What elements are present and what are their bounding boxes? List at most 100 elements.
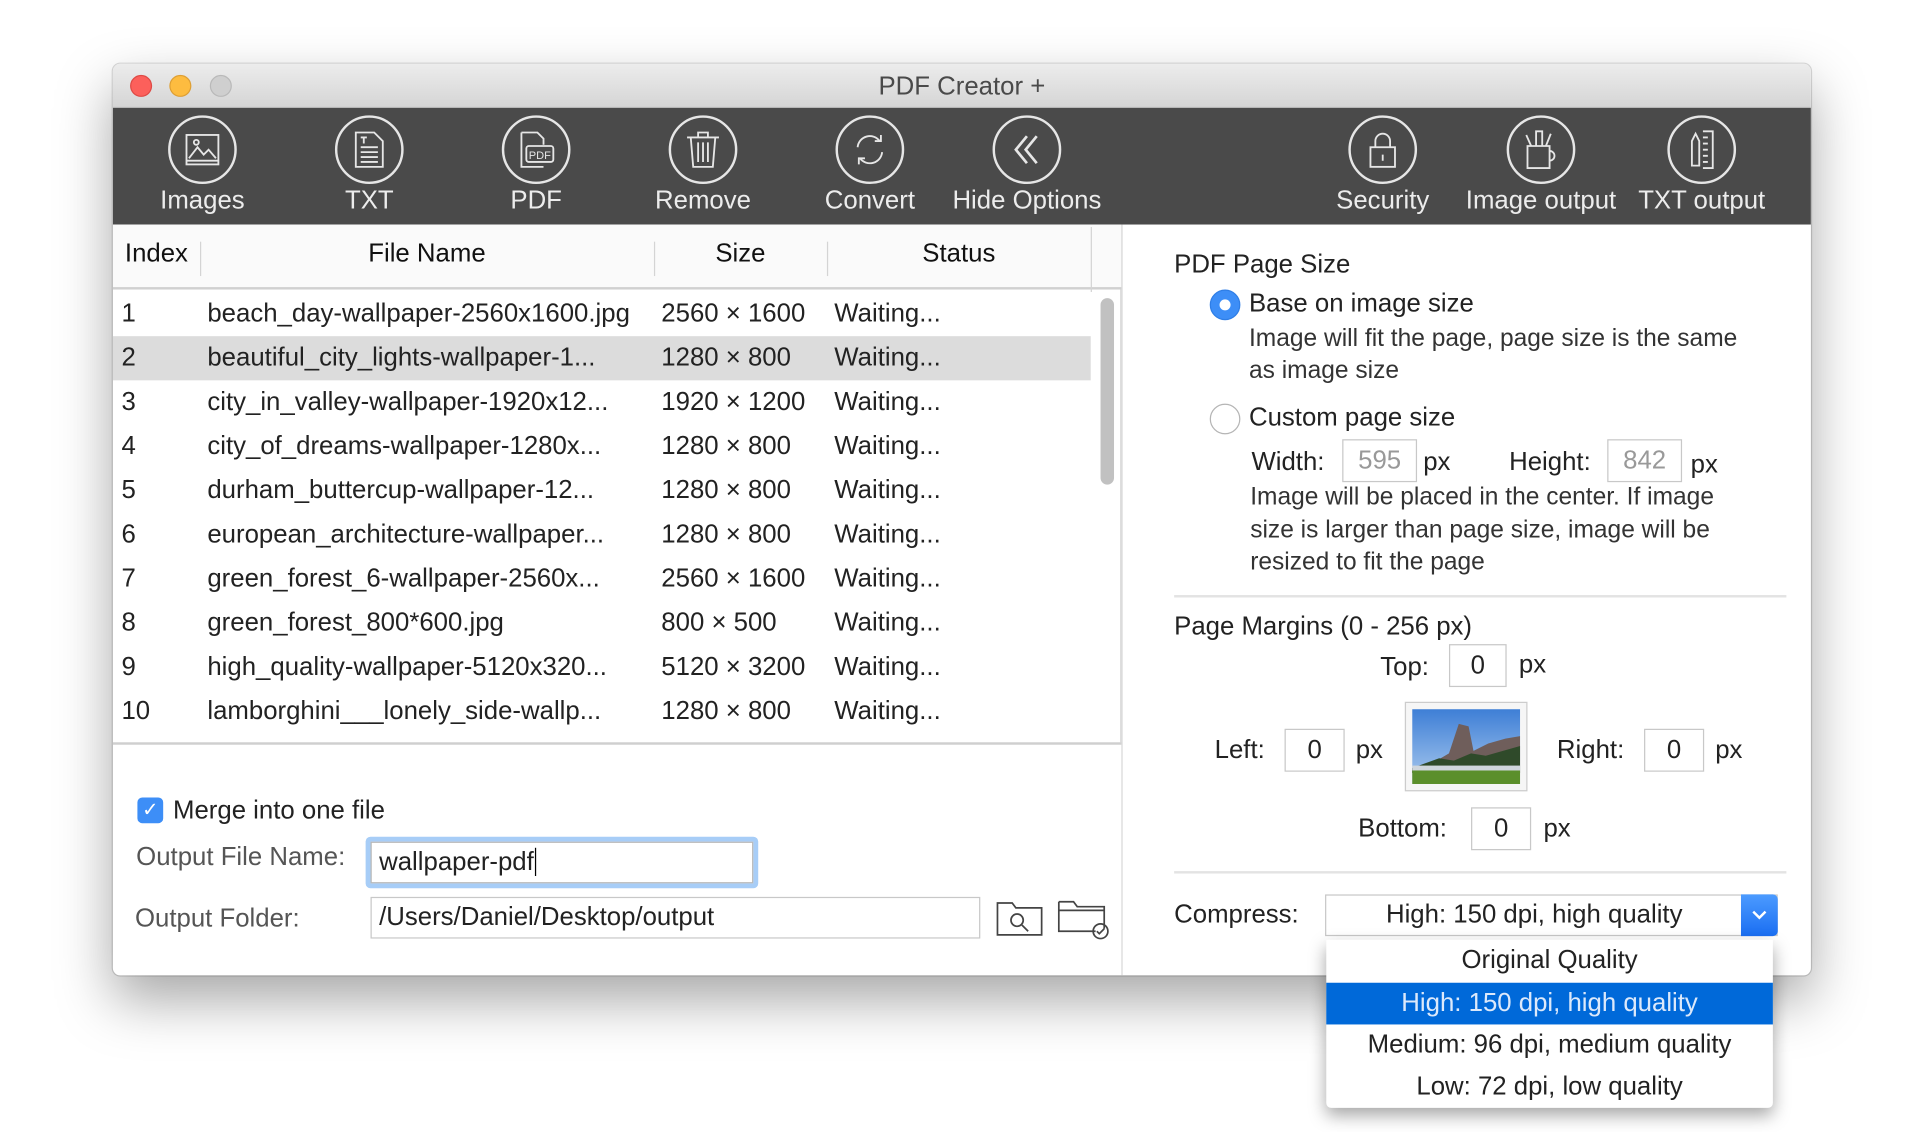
cell-index: 1 <box>121 299 136 328</box>
cell-file-name: european_architecture-wallpaper... <box>207 520 605 549</box>
menu-item-medium-quality[interactable]: Medium: 96 dpi, medium quality <box>1326 1024 1773 1066</box>
cell-index: 2 <box>121 343 136 372</box>
table-row[interactable]: 4 city_of_dreams-wallpaper-1280x... 1280 ×… <box>113 425 1091 469</box>
cell-file-name: beach_day-wallpaper-2560x1600.jpg <box>207 299 630 328</box>
cell-index: 3 <box>121 387 136 416</box>
table-body: 1 beach_day-wallpaper-2560x1600.jpg 2560 ×… <box>112 292 1091 743</box>
table-row[interactable]: 1 beach_day-wallpaper-2560x1600.jpg 2560 ×… <box>113 292 1091 336</box>
cell-status: Waiting... <box>834 343 941 372</box>
cell-file-name: high_quality-wallpaper-5120x320... <box>207 652 607 681</box>
hide-options-button[interactable]: Hide Options <box>941 115 1113 216</box>
output-folder-input[interactable]: /Users/Daniel/Desktop/output <box>370 896 981 939</box>
width-input[interactable]: 595 <box>1342 439 1418 483</box>
radio-custom-page-size[interactable] <box>1209 403 1241 435</box>
cell-status: Waiting... <box>834 431 941 461</box>
image-icon <box>168 115 237 185</box>
custom-size-desc-3: resized to fit the page <box>1250 548 1485 576</box>
base-on-image-size-label: Base on image size <box>1248 289 1474 318</box>
images-label: Images <box>160 186 245 215</box>
hide-options-label: Hide Options <box>952 186 1102 215</box>
custom-size-desc-2: size is larger than page size, image wil… <box>1250 516 1710 544</box>
pencil-ruler-icon <box>1667 115 1737 185</box>
chevron-down-icon[interactable] <box>1740 894 1778 937</box>
bottom-margin-unit: px <box>1543 814 1571 843</box>
merge-checkbox[interactable]: ✓ <box>137 797 164 824</box>
menu-item-high-quality[interactable]: High: 150 dpi, high quality <box>1326 982 1773 1025</box>
compress-select[interactable]: High: 150 dpi, high quality <box>1325 894 1778 937</box>
table-scrollbar[interactable] <box>1100 298 1115 485</box>
margin-preview-image <box>1404 701 1528 792</box>
security-button[interactable]: Security <box>1297 115 1469 216</box>
left-margin-input[interactable]: 0 <box>1284 728 1345 772</box>
menu-item-low-quality[interactable]: Low: 72 dpi, low quality <box>1326 1066 1773 1108</box>
cell-file-name: beautiful_city_lights-wallpaper-1... <box>207 343 596 372</box>
custom-page-size-label: Custom page size <box>1248 403 1456 432</box>
table-row[interactable]: 8 green_forest_800*600.jpg 800 × 500 Waitin… <box>113 601 1091 645</box>
column-header-file-name[interactable]: File Name <box>200 227 654 292</box>
table-row[interactable]: 3 city_in_valley-wallpaper-1920x12... 1920… <box>113 380 1091 424</box>
compress-selected-value: High: 150 dpi, high quality <box>1385 900 1683 929</box>
trash-icon <box>668 115 738 185</box>
cell-size: 1280 × 800 <box>661 343 791 372</box>
table-row[interactable]: 2 beautiful_city_lights-wallpaper-1... 128… <box>112 336 1091 381</box>
left-margin-label: Left: <box>1214 736 1265 765</box>
cell-size: 2560 × 1600 <box>661 564 806 593</box>
cell-file-name: green_forest_6-wallpaper-2560x... <box>207 564 600 593</box>
txt-button[interactable]: TXT <box>283 115 455 216</box>
table-row[interactable]: 7 green_forest_6-wallpaper-2560x... 2560 ×… <box>113 557 1091 601</box>
convert-arrows-icon <box>835 115 905 185</box>
security-label: Security <box>1336 186 1430 215</box>
top-margin-input[interactable]: 0 <box>1448 644 1507 688</box>
cell-status: Waiting... <box>834 608 941 637</box>
width-unit: px <box>1423 447 1451 477</box>
image-output-button[interactable]: Image output <box>1455 115 1627 216</box>
column-header-index[interactable]: Index <box>113 227 200 292</box>
table-row[interactable]: 9 high_quality-wallpaper-5120x320... 5120 … <box>113 645 1091 689</box>
output-file-name-input[interactable]: wallpaper-pdf <box>370 841 754 884</box>
open-folder-check-icon[interactable] <box>1057 898 1112 947</box>
output-file-name-label: Output File Name: <box>136 842 346 872</box>
cell-size: 2560 × 1600 <box>661 299 806 328</box>
browse-folder-icon[interactable] <box>996 898 1043 945</box>
txt-document-icon <box>334 115 404 185</box>
radio-base-on-image-size[interactable] <box>1209 289 1241 321</box>
cell-status: Waiting... <box>834 387 941 416</box>
table-row[interactable]: 10 lamborghini___lonely_side-wallp... 1280… <box>113 690 1091 734</box>
cell-file-name: lamborghini___lonely_side-wallp... <box>207 696 602 726</box>
pdf-label: PDF <box>510 186 562 215</box>
image-output-label: Image output <box>1465 186 1617 215</box>
convert-button[interactable]: Convert <box>784 115 956 216</box>
height-input[interactable]: 842 <box>1607 439 1683 483</box>
table-row[interactable]: 6 european_architecture-wallpaper... 1280 … <box>113 513 1091 557</box>
svg-text:PDF: PDF <box>529 150 551 162</box>
cell-index: 7 <box>121 564 136 593</box>
top-margin-unit: px <box>1518 650 1547 679</box>
pdf-document-icon: PDF <box>501 115 571 185</box>
right-margin-input[interactable]: 0 <box>1644 728 1705 772</box>
column-header-status[interactable]: Status <box>827 227 1091 292</box>
top-margin-label: Top: <box>1380 652 1429 681</box>
cell-status: Waiting... <box>834 520 941 549</box>
left-margin-unit: px <box>1355 736 1383 765</box>
txt-output-label: TXT output <box>1638 186 1766 215</box>
cell-file-name: city_of_dreams-wallpaper-1280x... <box>207 431 602 461</box>
table-row[interactable]: 5 durham_buttercup-wallpaper-12... 1280 × … <box>113 469 1091 513</box>
convert-label: Convert <box>824 186 915 215</box>
right-margin-unit: px <box>1715 736 1743 765</box>
cell-index: 4 <box>121 431 136 461</box>
divider <box>1174 871 1787 874</box>
window-title: PDF Creator + <box>878 72 1046 101</box>
bottom-margin-input[interactable]: 0 <box>1471 807 1532 851</box>
compress-dropdown-menu: Original Quality High: 150 dpi, high qua… <box>1326 939 1773 1108</box>
menu-item-original-quality[interactable]: Original Quality <box>1326 940 1773 982</box>
cell-index: 6 <box>121 520 136 549</box>
images-button[interactable]: Images <box>117 115 289 216</box>
cell-index: 9 <box>121 652 136 681</box>
base-on-image-size-desc-1: Image will fit the page, page size is th… <box>1248 325 1738 353</box>
column-header-size[interactable]: Size <box>654 227 827 292</box>
txt-output-button[interactable]: TXT output <box>1616 115 1788 216</box>
txt-label: TXT <box>344 186 394 215</box>
pdf-button[interactable]: PDF PDF <box>450 115 622 216</box>
remove-button[interactable]: Remove <box>617 115 789 216</box>
cell-size: 1280 × 800 <box>661 476 791 505</box>
